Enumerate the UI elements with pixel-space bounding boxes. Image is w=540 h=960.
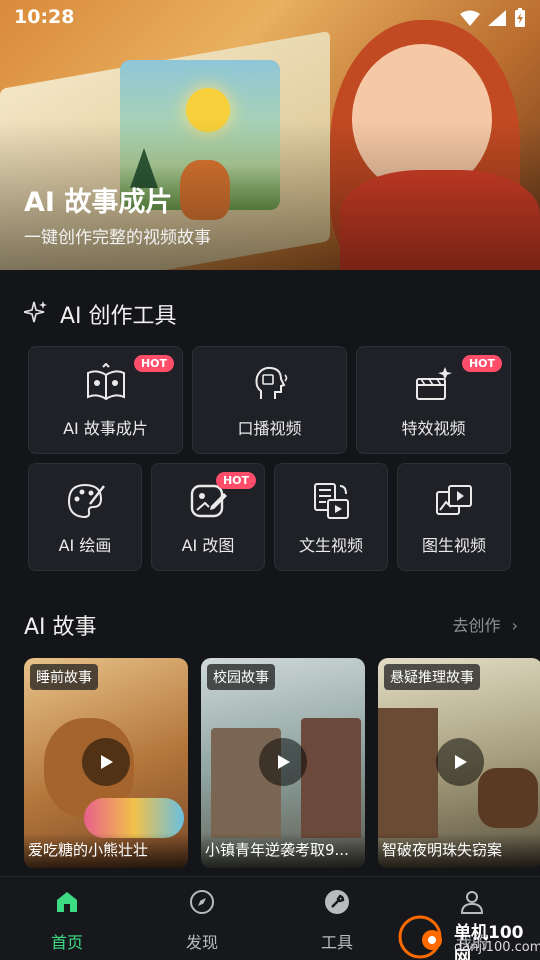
status-icons	[460, 8, 526, 28]
story-title: 小镇青年逆袭考取9...	[201, 833, 365, 868]
chevron-right-icon: ›	[511, 616, 518, 635]
tool-ai-story[interactable]: HOT AI 故事成片	[28, 346, 183, 454]
tool-effects-video[interactable]: HOT 特效视频	[356, 346, 511, 454]
status-time: 10:28	[14, 6, 75, 28]
watermark-url: danji100.com	[454, 940, 540, 955]
tool-label: AI 改图	[181, 536, 235, 555]
story-card-1[interactable]: 睡前故事 爱吃糖的小熊壮壮	[24, 658, 188, 868]
wrench-icon	[325, 890, 349, 914]
tool-image-to-video[interactable]: 图生视频	[397, 463, 511, 571]
compass-icon	[190, 890, 214, 914]
palette-icon	[67, 483, 105, 519]
hot-badge: HOT	[215, 472, 256, 489]
tool-label: 文生视频	[298, 536, 363, 555]
user-icon	[460, 891, 484, 914]
story-tag: 悬疑推理故事	[384, 664, 480, 690]
image-to-video-icon	[436, 485, 472, 515]
talking-head-icon	[255, 366, 287, 399]
play-icon	[278, 755, 290, 769]
tool-label: AI 故事成片	[63, 419, 148, 438]
hot-badge: HOT	[133, 355, 174, 372]
play-icon	[455, 755, 467, 769]
banner-title: AI 故事成片	[24, 187, 173, 218]
tool-label: 口播视频	[237, 419, 302, 438]
site-watermark: 单机100网 danji100.com	[392, 914, 540, 960]
story-card-2[interactable]: 校园故事 小镇青年逆袭考取9...	[201, 658, 365, 868]
tool-label: 图生视频	[421, 536, 486, 555]
wifi-icon	[460, 10, 480, 26]
stories-section-title: AI 故事	[24, 615, 97, 640]
hot-badge: HOT	[461, 355, 502, 372]
tool-talking-video[interactable]: 口播视频	[192, 346, 347, 454]
play-icon	[101, 755, 113, 769]
watermark-logo-icon	[398, 915, 442, 959]
tool-label: 特效视频	[401, 419, 466, 438]
tab-home[interactable]: 首页	[17, 877, 117, 960]
sparkle-icon	[24, 301, 47, 323]
story-card-3[interactable]: 悬疑推理故事 智破夜明珠失窃案	[378, 658, 540, 868]
town-illustration-2	[301, 718, 361, 838]
tools-section-title: AI 创作工具	[60, 304, 177, 329]
banner-subtitle: 一键创作完整的视频故事	[24, 228, 211, 248]
battery-icon	[515, 8, 525, 27]
tab-label: 首页	[50, 933, 83, 952]
tool-text-to-video[interactable]: 文生视频	[274, 463, 388, 571]
play-button[interactable]	[82, 738, 130, 786]
story-tag: 睡前故事	[30, 664, 98, 690]
candy-illustration	[84, 798, 184, 838]
storybook-icon	[86, 363, 125, 401]
tab-tools[interactable]: 工具	[287, 877, 387, 960]
tab-label: 工具	[320, 933, 353, 952]
tool-ai-edit-image[interactable]: HOT AI 改图	[151, 463, 265, 571]
effects-video-icon	[415, 367, 452, 400]
play-button[interactable]	[436, 738, 484, 786]
story-tag: 校园故事	[207, 664, 275, 690]
home-icon	[57, 892, 77, 912]
hero-banner[interactable]: AI 故事成片 一键创作完整的视频故事	[0, 0, 540, 270]
go-create-label: 去创作	[452, 616, 501, 635]
story-title: 爱吃糖的小熊壮壮	[24, 833, 188, 868]
text-to-video-icon	[314, 483, 349, 519]
status-bar: 10:28	[0, 0, 540, 36]
story-title: 智破夜明珠失窃案	[378, 833, 540, 868]
go-create-link[interactable]: 去创作 ›	[452, 612, 518, 636]
tool-label: AI 绘画	[58, 536, 112, 555]
street-illustration	[378, 708, 438, 838]
signal-icon	[488, 10, 506, 26]
tab-label: 发现	[185, 933, 218, 952]
tool-ai-painting[interactable]: AI 绘画	[28, 463, 142, 571]
horse-illustration	[478, 768, 538, 828]
tab-discover[interactable]: 发现	[152, 877, 252, 960]
play-button[interactable]	[259, 738, 307, 786]
